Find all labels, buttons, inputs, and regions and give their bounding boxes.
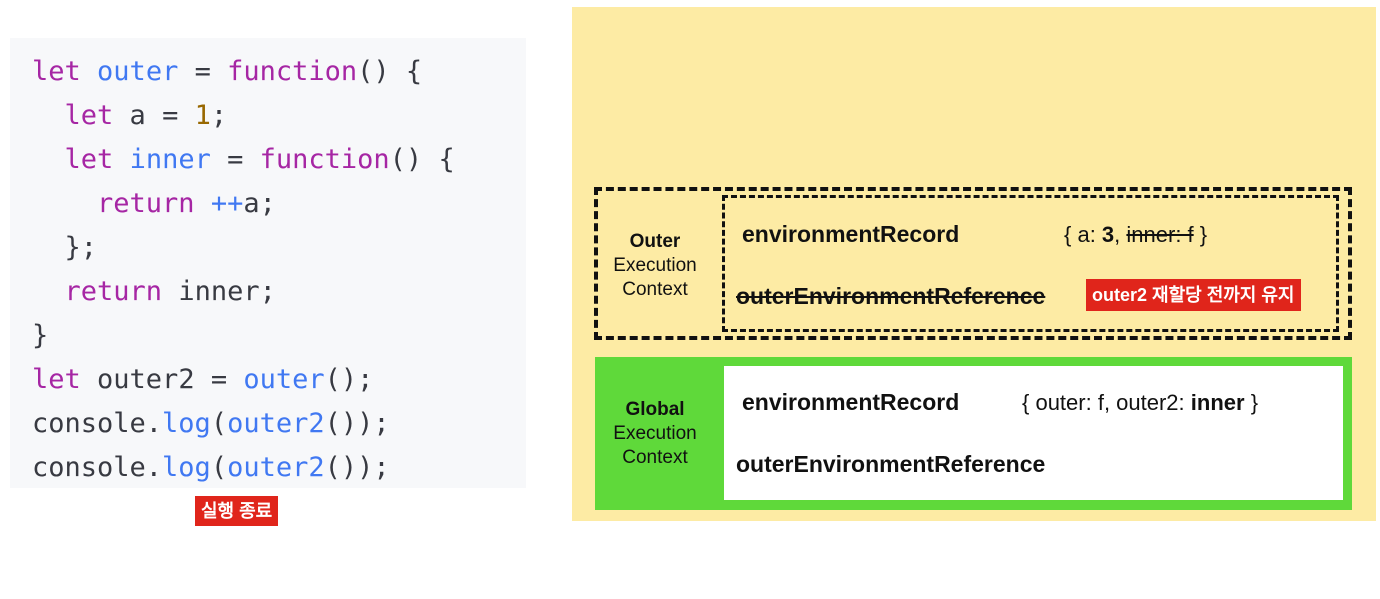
code-token: outer2 = xyxy=(80,364,244,395)
code-token: } xyxy=(32,320,49,351)
code-token: outer xyxy=(243,364,325,395)
global-context-label: Global Execution Context xyxy=(595,398,715,470)
code-token: let xyxy=(64,144,114,175)
outer-record-a-value: 3 xyxy=(1101,222,1115,247)
code-token: console. xyxy=(32,452,163,483)
code-token: a = xyxy=(113,100,195,131)
outer-lexical-environment xyxy=(722,195,1339,332)
global-record-open: { outer: f, outer2: xyxy=(1022,390,1191,415)
code-line: }; xyxy=(32,226,98,270)
code-token: ()); xyxy=(324,408,390,439)
code-token: outer xyxy=(97,56,179,87)
code-token: function xyxy=(259,144,390,175)
code-line: let inner = function() { xyxy=(32,138,455,182)
code-token: let xyxy=(32,56,81,87)
code-token: = xyxy=(178,56,228,87)
code-line: return ++a; xyxy=(32,182,276,226)
code-token: let xyxy=(32,364,81,395)
code-line: let a = 1; xyxy=(32,94,228,138)
code-line: } xyxy=(32,314,48,358)
outer-context-label: Outer Execution Context xyxy=(595,230,715,302)
code-token: ( xyxy=(210,408,228,439)
code-line: console.log(outer2()); xyxy=(32,402,390,446)
code-token: log xyxy=(162,452,211,483)
code-line: let outer2 = outer(); xyxy=(32,358,373,402)
outer-environment-reference-label: outerEnvironmentReference xyxy=(736,283,1046,309)
global-record-outer2-value: inner xyxy=(1190,390,1245,415)
code-token: ()); xyxy=(324,452,390,483)
code-token: outer2 xyxy=(227,452,325,483)
code-token: let xyxy=(64,100,114,131)
code-line: return inner; xyxy=(32,270,276,314)
code-token: return xyxy=(64,276,163,307)
code-token: 1 xyxy=(194,100,211,131)
global-context-line1: Execution xyxy=(613,423,697,444)
outer-context-title: Outer xyxy=(629,231,681,252)
global-environment-record-value: { outer: f, outer2: inner } xyxy=(1022,388,1258,418)
outer-environment-record-value: { a: 3, inner: f } xyxy=(1064,220,1207,250)
code-token: inner xyxy=(129,144,211,175)
outer-context-line1: Execution xyxy=(613,255,697,276)
code-line: let outer = function() { xyxy=(32,50,422,94)
code-token: console. xyxy=(32,408,163,439)
global-environment-record-label: environmentRecord xyxy=(742,389,960,415)
outer-record-sep: , xyxy=(1114,222,1127,247)
code-token: log xyxy=(162,408,211,439)
code-token: ( xyxy=(210,452,228,483)
code-token: function xyxy=(227,56,358,87)
retain-until-reassign-badge: outer2 재할당 전까지 유지 xyxy=(1086,279,1301,311)
code-line: console.log(outer2()); xyxy=(32,446,390,490)
code-token: a; xyxy=(243,188,276,219)
outer-record-inner-removed: inner: f xyxy=(1126,222,1194,247)
code-token: = xyxy=(210,144,260,175)
code-token: ++ xyxy=(210,188,244,219)
code-token: }; xyxy=(32,232,98,263)
code-token: outer2 xyxy=(227,408,325,439)
global-context-line2: Context xyxy=(622,447,688,468)
code-token: return xyxy=(97,188,195,219)
code-token: () { xyxy=(357,56,423,87)
global-context-title: Global xyxy=(625,399,685,420)
code-token: inner; xyxy=(162,276,276,307)
global-record-close: } xyxy=(1244,390,1259,415)
outer-context-line2: Context xyxy=(622,279,688,300)
outer-record-open: { a: xyxy=(1064,222,1102,247)
code-token: ; xyxy=(210,100,228,131)
global-environment-reference-label: outerEnvironmentReference xyxy=(736,451,1046,477)
code-token: (); xyxy=(324,364,374,395)
outer-environment-record-label: environmentRecord xyxy=(742,221,960,247)
outer-record-close: } xyxy=(1193,222,1208,247)
execution-end-badge: 실행 종료 xyxy=(195,496,279,526)
code-token: () { xyxy=(389,144,455,175)
